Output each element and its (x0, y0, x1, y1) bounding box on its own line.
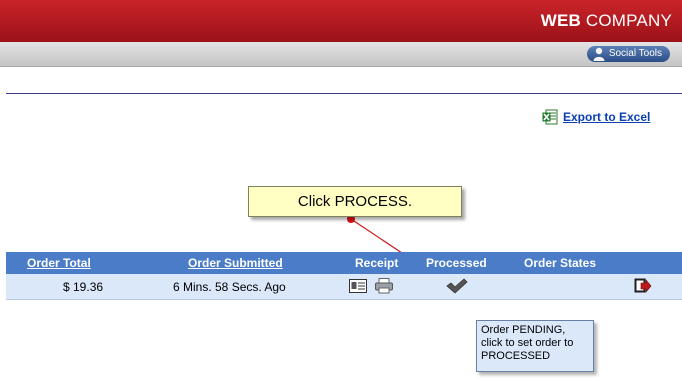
status-tooltip: Order PENDING, click to set order to PRO… (476, 320, 594, 372)
top-header-bar: WEB COMPANY (0, 0, 682, 42)
callout-text: Click PROCESS. (297, 193, 413, 210)
brand-logo: WEB COMPANY (541, 11, 672, 31)
divider-line (6, 93, 682, 94)
export-to-excel[interactable]: Export to Excel (542, 108, 650, 126)
column-order-submitted[interactable]: Order Submitted (188, 256, 283, 270)
tooltip-text: Order PENDING, click to set order to PRO… (481, 324, 574, 362)
process-checkmark-icon[interactable] (446, 278, 468, 294)
column-processed: Processed (426, 256, 487, 270)
person-icon (593, 47, 605, 61)
excel-icon[interactable] (542, 109, 558, 125)
brand-rest: COMPANY (580, 11, 672, 30)
instruction-callout: Click PROCESS. (248, 186, 462, 217)
column-order-total[interactable]: Order Total (27, 256, 91, 270)
order-state-icon[interactable] (634, 278, 652, 294)
column-receipt: Receipt (355, 256, 399, 270)
social-tools-label: Social Tools (608, 48, 662, 59)
table-row: $ 19.36 6 Mins. 58 Secs. Ago (6, 274, 682, 300)
order-total-cell: $ 19.36 (63, 280, 104, 294)
social-tools-button[interactable]: Social Tools (586, 46, 670, 62)
order-submitted-cell: 6 Mins. 58 Secs. Ago (173, 280, 286, 294)
table-header: Order Total Order Submitted Receipt Proc… (6, 252, 682, 274)
print-icon[interactable] (375, 278, 393, 294)
sub-header-bar: Social Tools (0, 42, 682, 67)
export-to-excel-link[interactable]: Export to Excel (563, 110, 650, 124)
brand-bold: WEB (540, 11, 581, 30)
column-order-states: Order States (524, 256, 597, 270)
receipt-icon[interactable] (349, 279, 367, 293)
